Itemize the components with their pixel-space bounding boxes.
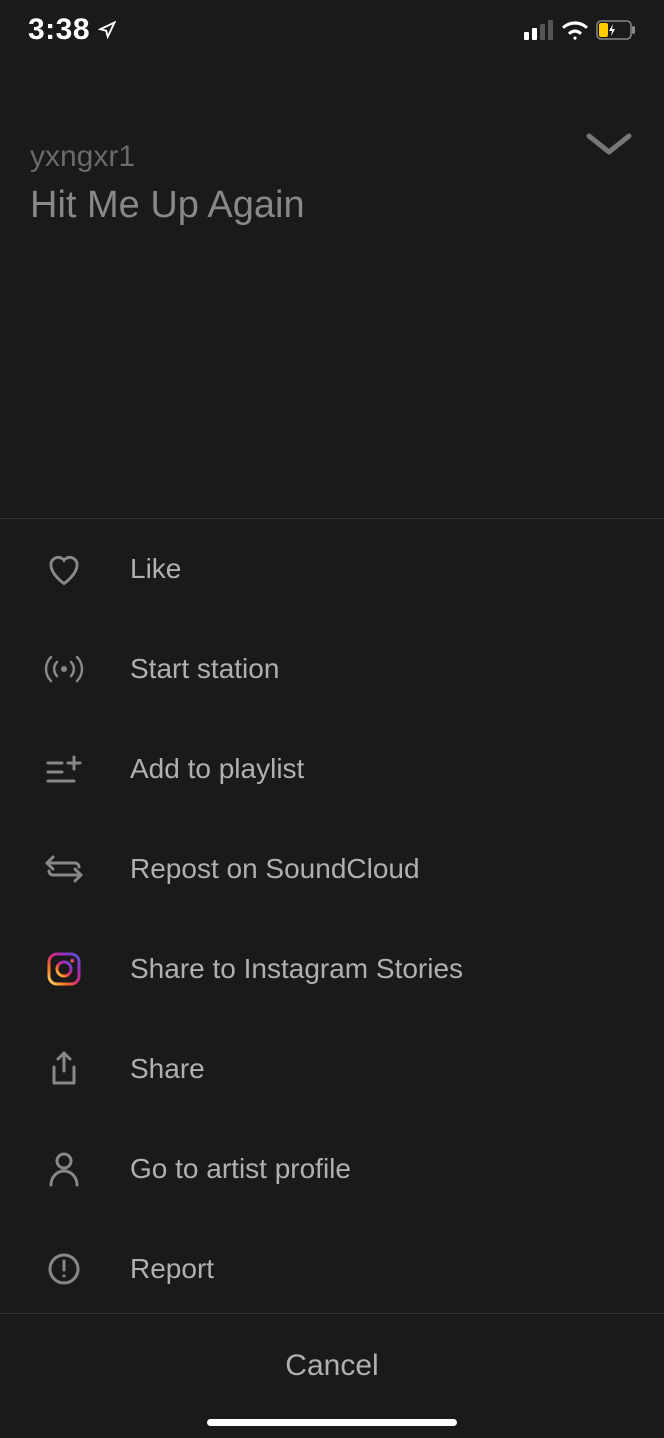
playlist-add-icon xyxy=(44,749,84,789)
menu-item-repost[interactable]: Repost on SoundCloud xyxy=(0,819,664,919)
status-bar: 3:38 xyxy=(0,0,664,60)
station-icon xyxy=(44,649,84,689)
menu-label: Go to artist profile xyxy=(130,1153,351,1185)
track-title: Hit Me Up Again xyxy=(30,184,634,227)
menu-item-artist-profile[interactable]: Go to artist profile xyxy=(0,1119,664,1219)
action-menu: Like Start station xyxy=(0,518,664,1319)
menu-label: Report xyxy=(130,1253,214,1285)
menu-label: Like xyxy=(130,553,181,585)
menu-label: Add to playlist xyxy=(130,753,304,785)
menu-list: Like Start station xyxy=(0,519,664,1319)
profile-icon xyxy=(44,1149,84,1189)
menu-item-add-to-playlist[interactable]: Add to playlist xyxy=(0,719,664,819)
menu-label: Repost on SoundCloud xyxy=(130,853,420,885)
location-icon xyxy=(98,21,116,39)
menu-item-report[interactable]: Report xyxy=(0,1219,664,1319)
menu-item-share-instagram[interactable]: Share to Instagram Stories xyxy=(0,919,664,1019)
status-right xyxy=(524,20,636,40)
artist-name: yxngxr1 xyxy=(30,140,634,174)
menu-item-share[interactable]: Share xyxy=(0,1019,664,1119)
status-left: 3:38 xyxy=(28,13,116,47)
menu-label: Share xyxy=(130,1053,205,1085)
chevron-down-icon xyxy=(584,130,634,158)
heart-icon xyxy=(44,549,84,589)
report-icon xyxy=(44,1249,84,1289)
collapse-button[interactable] xyxy=(584,130,634,158)
home-indicator[interactable] xyxy=(207,1419,457,1426)
share-icon xyxy=(44,1049,84,1089)
battery-icon xyxy=(596,20,636,40)
menu-label: Share to Instagram Stories xyxy=(130,953,463,985)
wifi-icon xyxy=(562,20,588,40)
menu-label: Start station xyxy=(130,653,279,685)
status-time: 3:38 xyxy=(28,13,90,47)
menu-item-like[interactable]: Like xyxy=(0,519,664,619)
cellular-signal-icon xyxy=(524,20,554,40)
track-header: yxngxr1 Hit Me Up Again xyxy=(0,60,664,247)
repost-icon xyxy=(44,849,84,889)
menu-item-start-station[interactable]: Start station xyxy=(0,619,664,719)
instagram-icon xyxy=(44,949,84,989)
